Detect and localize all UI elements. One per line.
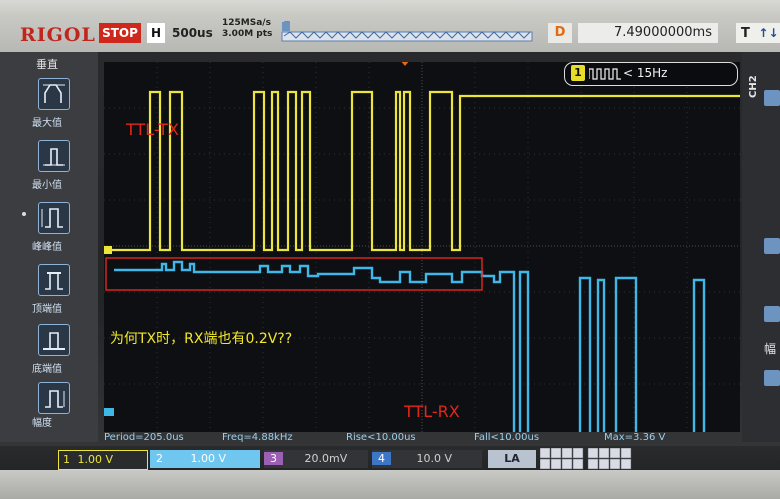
menu-item-label: 峰峰值 [32,242,62,253]
counter-channel: 1 [571,65,585,81]
panel-side-text: 幅 [764,342,777,356]
menu-title: 垂直 [36,58,58,71]
ch4-scale: 10.0 V [416,452,453,465]
ch4-number: 4 [372,452,391,465]
vertical-measure-menu: 垂直 最大值 最小值 峰峰值 顶端值 底端值 幅度 [0,52,98,442]
trigger-position-marker [400,60,410,66]
sample-rate: 125MSa/s [222,18,271,28]
acquisition-info: 125MSa/s 3.00M pts [222,18,272,40]
ch2-number: 2 [156,452,163,465]
measure-frequency: Freq=4.88kHz [222,432,293,443]
ch4-setting[interactable]: 4 10.0 V [372,450,482,468]
trigger-indicator[interactable]: T ↑↓ [736,23,780,43]
ch3-setting[interactable]: 3 20.0mV [264,450,368,468]
measure-rise: Rise<10.00us [346,432,416,443]
ch2-scale: 1.00 V [190,452,227,465]
menu-item-label: 最大值 [32,118,62,129]
ch3-scale: 20.0mV [304,452,348,465]
counter-value: < 15Hz [623,66,668,80]
panel-arrow-icon[interactable] [764,370,780,386]
la-channel-grid [540,448,632,470]
right-panel: 幅 [742,52,780,442]
menu-item-label: 顶端值 [32,304,62,315]
timebase-value[interactable]: 500us [172,26,213,40]
bottom-bezel [0,470,780,499]
min-value-icon[interactable] [38,140,70,172]
timebase-label: H [147,23,165,43]
ch1-setting[interactable]: 1 1.00 V [58,450,148,470]
menu-item-label: 最小值 [32,180,62,191]
square-wave-icon [589,68,621,80]
trigger-label: T [741,26,750,41]
peak-to-peak-icon[interactable] [38,202,70,234]
tx-annotation: TTL-TX [126,120,179,139]
top-status-bar: RIGOL STOP H 500us 125MSa/s 3.00M pts D … [0,0,780,52]
ch2-setting[interactable]: 2 1.00 V [150,450,260,468]
oscilloscope-screen: RIGOL STOP H 500us 125MSa/s 3.00M pts D … [0,0,780,499]
panel-arrow-icon[interactable] [764,306,780,322]
ch1-scale: 1.00 V [77,453,114,466]
measure-max: Max=3.36 V [604,432,666,443]
delay-value[interactable]: 7.49000000ms [578,23,718,43]
top-value-icon[interactable] [38,264,70,296]
frequency-counter[interactable]: 1 < 15Hz [564,62,738,86]
delay-label: D [548,23,572,43]
ch1-tx-waveform [110,90,740,252]
panel-arrow-icon[interactable] [764,90,780,106]
channel-tab[interactable]: CH2 [748,75,759,98]
menu-item-label: 底端值 [32,364,62,375]
scroll-indicator-dot [22,212,26,216]
base-value-icon[interactable] [38,324,70,356]
brand-logo: RIGOL [20,24,96,46]
panel-arrow-icon[interactable] [764,238,780,254]
memory-depth: 3.00M pts [222,29,273,39]
waveform-display[interactable]: TTL-TX TTL-RX 为何TX时，RX端也有0.2V?? [104,60,740,438]
measure-fall: Fall<10.00us [474,432,540,443]
ch2-ground-marker [104,408,114,416]
la-setting[interactable]: LA [488,450,536,468]
waveform-canvas [104,60,740,438]
menu-item-label: 幅度 [32,418,52,429]
ch1-ground-marker [104,246,112,254]
rx-annotation: TTL-RX [404,402,460,421]
measure-period: Period=205.0us [104,432,184,443]
amplitude-icon[interactable] [38,382,70,414]
ch1-number: 1 [63,453,70,466]
memory-position-indicator [281,21,533,42]
run-stop-indicator[interactable]: STOP [99,23,141,43]
ch3-number: 3 [264,452,283,465]
max-value-icon[interactable] [38,78,70,110]
rising-falling-edge-icon: ↑↓ [758,26,779,40]
question-annotation: 为何TX时，RX端也有0.2V?? [110,331,293,347]
